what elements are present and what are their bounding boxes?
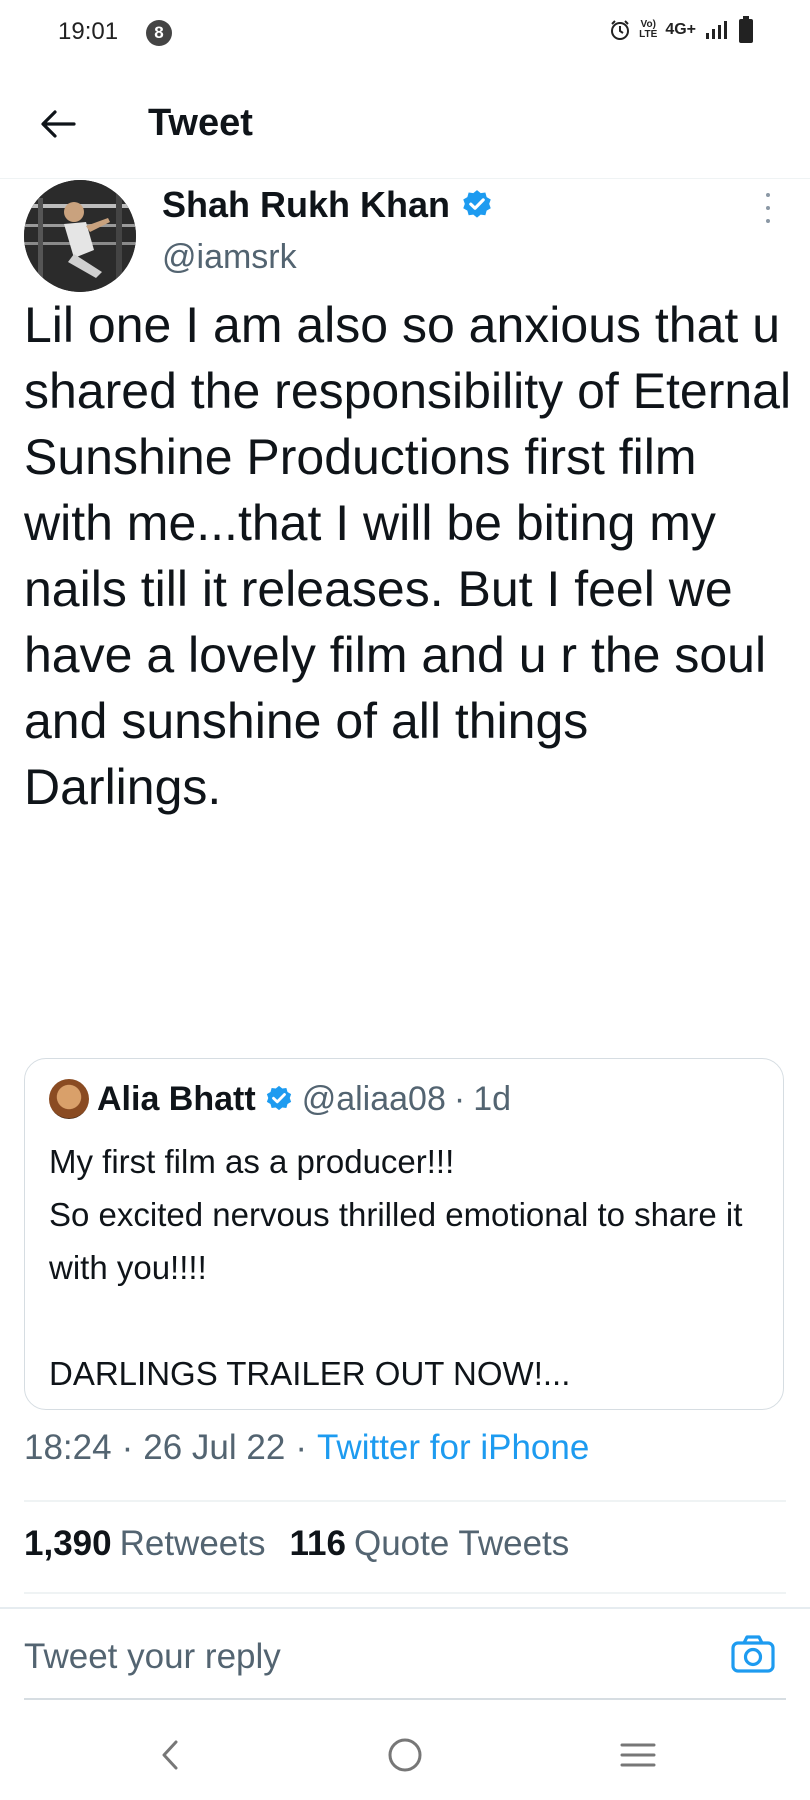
tweet-meta: 18:24 · 26 Jul 22 · Twitter for iPhone <box>24 1428 589 1468</box>
avatar-image <box>24 180 136 292</box>
quoted-line: My first film as a producer!!! <box>49 1143 455 1180</box>
battery-icon <box>738 16 754 44</box>
more-dot-icon <box>766 219 770 224</box>
quote-tweets-label: Quote Tweets <box>353 1524 570 1563</box>
camera-icon <box>731 1635 775 1673</box>
home-circle-icon <box>388 1738 422 1772</box>
retweets-stat[interactable]: 1,390 Retweets <box>24 1524 266 1564</box>
retweets-label: Retweets <box>119 1524 266 1563</box>
more-options-button[interactable] <box>758 188 778 228</box>
retweets-count: 1,390 <box>24 1524 112 1563</box>
separator-dot: · <box>121 1428 134 1467</box>
quoted-author-name: Alia Bhatt <box>97 1079 256 1118</box>
status-time: 19:01 <box>58 18 119 45</box>
divider <box>24 1500 786 1502</box>
quote-tweets-stat[interactable]: 116 Quote Tweets <box>290 1524 570 1564</box>
divider <box>0 1607 810 1609</box>
separator-dot: · <box>295 1428 307 1467</box>
tweet-date: 26 Jul 22 <box>143 1428 286 1467</box>
notification-count-badge: 8 <box>146 20 172 46</box>
more-dot-icon <box>766 192 770 197</box>
arrow-left-icon <box>41 110 76 138</box>
tweet-source-link[interactable]: Twitter for iPhone <box>317 1428 589 1468</box>
nav-back-button[interactable] <box>140 1730 200 1780</box>
author-name: Shah Rukh Khan <box>162 184 451 225</box>
verified-badge-icon <box>266 1085 291 1111</box>
author-name-row[interactable]: Shah Rukh Khan <box>162 184 494 226</box>
quote-tweets-count: 116 <box>289 1524 346 1563</box>
quoted-tweet-card[interactable]: Alia Bhatt @aliaa08 · 1d My first film a… <box>24 1058 784 1410</box>
status-bar: 19:01 8 Vo) LTE 4G+ <box>0 0 810 70</box>
more-dot-icon <box>766 205 770 210</box>
tweet-author: Shah Rukh Khan @iamsrk <box>24 180 786 292</box>
volte-icon: Vo) LTE <box>639 19 658 40</box>
alarm-icon <box>609 19 631 41</box>
header-divider <box>0 178 810 179</box>
reply-input[interactable] <box>24 1632 684 1682</box>
signal-icon <box>704 19 730 41</box>
menu-lines-icon <box>620 1743 656 1767</box>
quoted-tweet-text: My first film as a producer!!! So excite… <box>49 1135 769 1400</box>
quoted-author-avatar <box>49 1079 89 1119</box>
quoted-author-handle: @aliaa08 <box>301 1079 446 1118</box>
nav-home-button[interactable] <box>375 1730 435 1780</box>
divider <box>24 1698 786 1700</box>
quoted-line: DARLINGS TRAILER OUT NOW!... <box>49 1355 571 1392</box>
separator-dot: · <box>453 1079 466 1118</box>
divider <box>24 1592 786 1594</box>
verified-badge-icon <box>463 190 491 218</box>
camera-button[interactable] <box>730 1634 776 1674</box>
reply-bar <box>0 1612 810 1702</box>
quoted-line <box>49 1294 769 1347</box>
back-button[interactable] <box>36 102 80 146</box>
chevron-left-icon <box>162 1740 178 1770</box>
status-icons: Vo) LTE 4G+ <box>609 16 754 44</box>
quoted-tweet-header: Alia Bhatt @aliaa08 · 1d <box>49 1079 511 1119</box>
tweet-text: Lil one I am also so anxious that u shar… <box>24 297 792 815</box>
page-title: Tweet <box>148 102 253 144</box>
quoted-line: So excited nervous thrilled emotional to… <box>49 1196 743 1286</box>
network-type: 4G+ <box>665 21 696 38</box>
tweet-header: Tweet <box>0 80 810 170</box>
author-handle[interactable]: @iamsrk <box>162 238 297 277</box>
system-nav-bar <box>0 1714 810 1800</box>
quoted-tweet-time: 1d <box>473 1079 512 1118</box>
tweet-time: 18:24 <box>24 1428 112 1467</box>
author-avatar[interactable] <box>24 180 136 292</box>
tweet-stats: 1,390 Retweets 116 Quote Tweets <box>24 1524 569 1564</box>
nav-recents-button[interactable] <box>608 1730 668 1780</box>
